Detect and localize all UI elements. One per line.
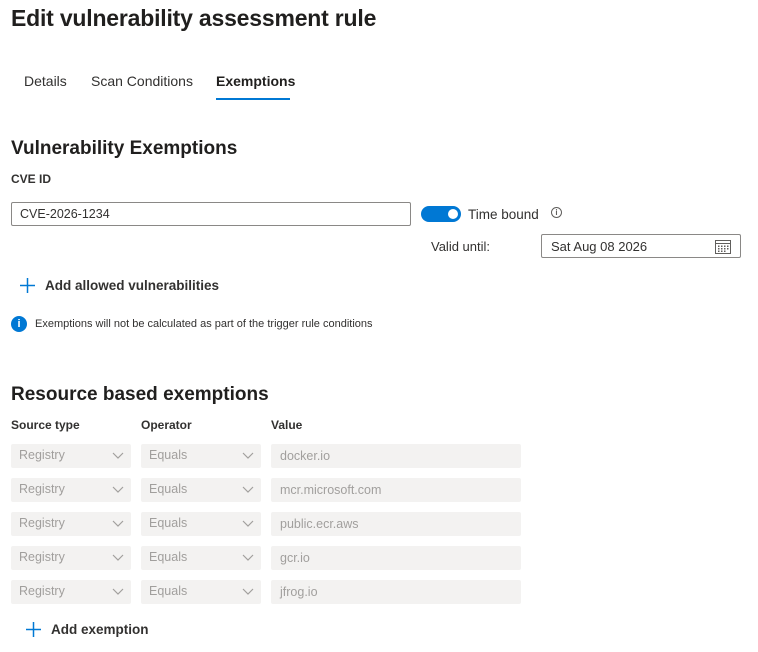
chevron-down-icon <box>242 452 254 459</box>
chevron-down-icon <box>112 486 124 493</box>
active-tab-indicator <box>216 98 290 100</box>
plus-icon <box>26 622 41 637</box>
plus-icon <box>20 278 35 293</box>
add-allowed-vulnerabilities-label: Add allowed vulnerabilities <box>45 278 220 293</box>
value-input[interactable]: mcr.microsoft.com <box>271 478 521 502</box>
value-column-header: Value <box>271 418 303 432</box>
operator-dropdown[interactable]: Equals <box>141 546 261 570</box>
exemption-row: Registry Equals docker.io <box>11 444 521 468</box>
value-input[interactable]: gcr.io <box>271 546 521 570</box>
source-type-value: Registry <box>19 448 65 462</box>
add-exemption-label: Add exemption <box>51 622 149 637</box>
chevron-down-icon <box>242 486 254 493</box>
cve-id-label: CVE ID <box>11 172 52 186</box>
operator-value: Equals <box>149 516 188 530</box>
source-type-value: Registry <box>19 516 65 530</box>
operator-dropdown[interactable]: Equals <box>141 512 261 536</box>
valid-until-date-picker[interactable]: Sat Aug 08 2026 <box>541 234 741 258</box>
source-type-dropdown[interactable]: Registry <box>11 580 131 604</box>
value-input[interactable]: docker.io <box>271 444 521 468</box>
chevron-down-icon <box>242 588 254 595</box>
operator-value: Equals <box>149 584 188 598</box>
resource-exemptions-heading: Resource based exemptions <box>11 384 269 405</box>
page-title: Edit vulnerability assessment rule <box>11 5 377 31</box>
valid-until-label: Valid until: <box>431 239 491 254</box>
operator-value: Equals <box>149 448 188 462</box>
tab-exemptions[interactable]: Exemptions <box>216 73 295 89</box>
source-type-dropdown[interactable]: Registry <box>11 478 131 502</box>
toggle-knob <box>448 209 458 219</box>
operator-value: Equals <box>149 482 188 496</box>
info-icon[interactable]: i <box>551 207 562 218</box>
source-type-value: Registry <box>19 482 65 496</box>
calendar-icon[interactable] <box>715 239 731 254</box>
operator-column-header: Operator <box>141 418 192 432</box>
chevron-down-icon <box>242 554 254 561</box>
chevron-down-icon <box>112 588 124 595</box>
cve-id-input[interactable] <box>11 202 411 226</box>
tab-details[interactable]: Details <box>24 73 67 89</box>
value-input[interactable]: jfrog.io <box>271 580 521 604</box>
time-bound-label: Time bound <box>468 207 539 222</box>
valid-until-date-value: Sat Aug 08 2026 <box>551 239 648 254</box>
value-input[interactable]: public.ecr.aws <box>271 512 521 536</box>
vulnerability-exemptions-heading: Vulnerability Exemptions <box>11 138 238 159</box>
add-exemption-button[interactable]: Add exemption <box>25 621 149 638</box>
chevron-down-icon <box>112 452 124 459</box>
source-type-dropdown[interactable]: Registry <box>11 444 131 468</box>
time-bound-toggle[interactable] <box>421 206 461 222</box>
exemption-row: Registry Equals mcr.microsoft.com <box>11 478 521 502</box>
exemption-row: Registry Equals gcr.io <box>11 546 521 570</box>
chevron-down-icon <box>112 554 124 561</box>
source-type-dropdown[interactable]: Registry <box>11 546 131 570</box>
operator-dropdown[interactable]: Equals <box>141 444 261 468</box>
add-allowed-vulnerabilities-button[interactable]: Add allowed vulnerabilities <box>19 277 219 294</box>
chevron-down-icon <box>112 520 124 527</box>
source-type-column-header: Source type <box>11 418 80 432</box>
tab-scan-conditions[interactable]: Scan Conditions <box>91 73 193 89</box>
chevron-down-icon <box>242 520 254 527</box>
source-type-value: Registry <box>19 550 65 564</box>
source-type-dropdown[interactable]: Registry <box>11 512 131 536</box>
exemption-row: Registry Equals public.ecr.aws <box>11 512 521 536</box>
exemptions-info-message: Exemptions will not be calculated as par… <box>35 318 373 330</box>
operator-dropdown[interactable]: Equals <box>141 580 261 604</box>
exemption-row: Registry Equals jfrog.io <box>11 580 521 604</box>
operator-dropdown[interactable]: Equals <box>141 478 261 502</box>
info-icon: i <box>11 316 27 332</box>
operator-value: Equals <box>149 550 188 564</box>
source-type-value: Registry <box>19 584 65 598</box>
